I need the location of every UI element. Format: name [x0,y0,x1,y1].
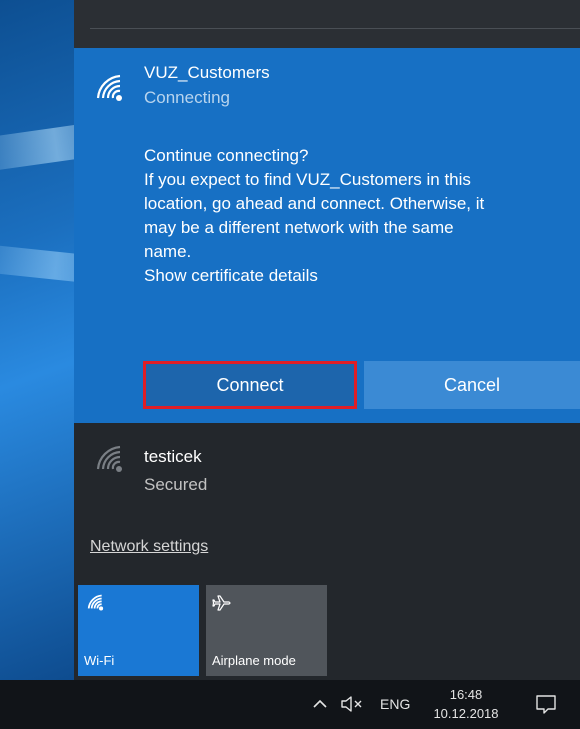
prompt-text-line: name. [144,242,192,261]
active-network-panel[interactable]: VUZ_Customers Connecting Continue connec… [74,48,580,423]
quick-action-label: Airplane mode [212,653,296,668]
chevron-up-icon[interactable] [312,698,328,710]
wifi-quick-action[interactable]: Wi-Fi [78,585,199,676]
quick-action-label: Wi-Fi [84,653,115,668]
flyout-top-strip [74,0,580,48]
wallpaper-light-beam [0,119,74,175]
airplane-mode-quick-action[interactable]: Airplane mode [206,585,327,676]
desktop-background [0,0,74,680]
prompt-question: Continue connecting? [144,146,309,165]
network-list-item[interactable]: testicek Secured [74,423,580,518]
network-status: Connecting [144,88,231,107]
airplane-icon [212,595,231,611]
clock[interactable]: 16:48 10.12.2018 [430,685,502,723]
action-center-icon[interactable] [535,693,557,715]
network-name: VUZ_Customers [144,63,270,82]
wifi-icon [96,74,122,101]
wallpaper-light-beam [0,241,74,287]
taskbar: ENG 16:48 10.12.2018 [0,680,580,729]
speaker-muted-icon[interactable] [340,695,364,713]
cancel-button[interactable]: Cancel [364,361,580,409]
clock-date: 10.12.2018 [433,706,499,721]
wifi-icon [96,445,122,472]
network-flyout: VUZ_Customers Connecting Continue connec… [74,0,580,680]
language-indicator[interactable]: ENG [380,696,410,712]
wifi-icon [87,594,104,611]
prompt-text-line: may be a different network with the same [144,218,454,237]
connection-prompt: Continue connecting? If you expect to fi… [144,144,574,288]
prompt-text-line: location, go ahead and connect. Otherwis… [144,194,485,213]
show-certificate-link[interactable]: Show certificate details [144,264,574,288]
prompt-text-line: If you expect to find VUZ_Customers in t… [144,170,471,189]
network-name: testicek [144,447,202,466]
divider [90,28,580,29]
connect-button[interactable]: Connect [143,361,357,409]
clock-time: 16:48 [449,687,483,702]
network-status: Secured [144,475,208,494]
network-settings-link[interactable]: Network settings [90,538,208,556]
